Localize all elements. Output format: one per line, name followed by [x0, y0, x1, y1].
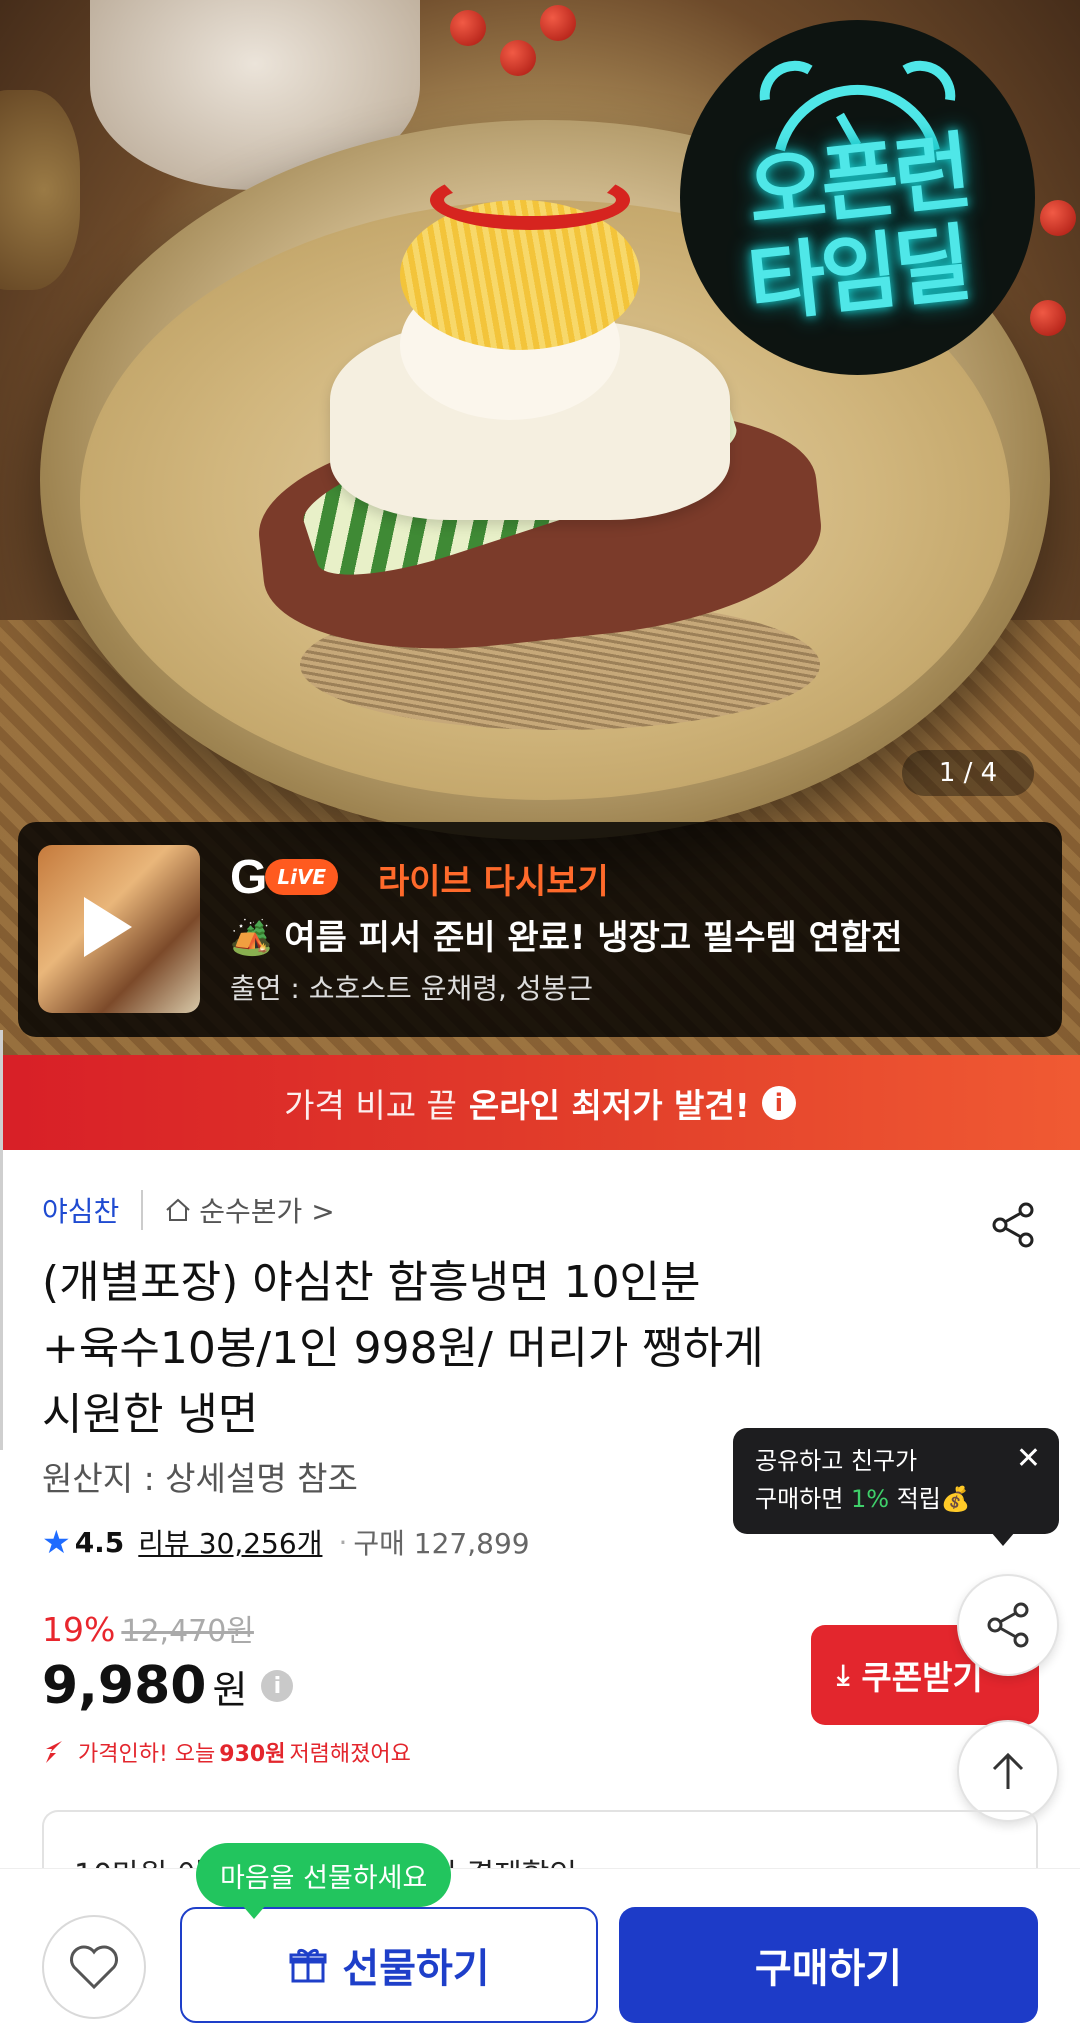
arrow-up-icon [992, 1752, 1024, 1789]
share-reward-tooltip: 공유하고 친구가 구매하면 1% 적립💰 ✕ [733, 1428, 1059, 1546]
scroll-to-top-button[interactable] [957, 1720, 1059, 1822]
tooltip-line-2-suffix: 적립💰 [896, 1485, 971, 1513]
gift-button[interactable]: 선물하기 [180, 1907, 598, 2023]
gift-icon [289, 1948, 327, 1983]
gift-bubble-text: 마음을 선물하세요 [220, 1862, 428, 1894]
heart-icon [70, 1945, 118, 1990]
tooltip-line-1: 공유하고 친구가 [755, 1447, 918, 1475]
share-icon [987, 1602, 1029, 1648]
chili-pepper [430, 170, 630, 230]
price-unit: 원 [212, 1667, 248, 1712]
product-title: (개별포장) 야심찬 함흥냉면 10인분 +육수10봉/1인 998원/ 머리가… [42, 1250, 902, 1448]
wishlist-button[interactable] [42, 1915, 146, 2019]
discount-percent: 19% [42, 1610, 116, 1649]
scroll-edge [0, 1030, 3, 1450]
price-compare-banner[interactable]: 가격 비교 끝 온라인 최저가 발견! i [0, 1055, 1080, 1150]
open-run-timedeal-badge: 오픈런 타임딜 [680, 20, 1035, 375]
berry [1030, 300, 1066, 336]
live-replay-label: 라이브 다시보기 [378, 862, 609, 902]
dot-separator: · [338, 1525, 348, 1559]
live-title-text: 여름 피서 준비 완료! 냉장고 필수템 연합전 [284, 918, 903, 958]
gift-label: 선물하기 [342, 1946, 490, 1992]
berry [450, 10, 486, 46]
live-title: 🏕️ 여름 피서 준비 완료! 냉장고 필수템 연합전 [230, 910, 902, 959]
compare-text-light: 가격 비교 끝 [284, 1085, 457, 1125]
gift-promo-bubble: 마음을 선물하세요 [196, 1843, 452, 1919]
glive-logo-live: LiVE [265, 859, 339, 895]
price-info-icon[interactable]: i [261, 1670, 294, 1702]
store-link[interactable]: 야심찬 [42, 1190, 119, 1230]
badge-line-2: 타임딜 [743, 213, 972, 334]
rating-row: ★ 4.5 리뷰 30,256개 · 구매 127,899 [42, 1522, 530, 1562]
tooltip-tail [991, 1532, 1015, 1546]
purchase-count: 구매 127,899 [353, 1527, 530, 1560]
rating-score: 4.5 [74, 1525, 125, 1559]
brand-link-label: 순수본가 > [199, 1195, 335, 1228]
coupon-label: 쿠폰받기 [861, 1658, 983, 1697]
share-icon[interactable] [988, 1200, 1038, 1250]
star-icon: ★ [42, 1523, 71, 1561]
berry [500, 40, 536, 76]
live-thumbnail[interactable] [38, 845, 200, 1013]
product-title-line-1: (개별포장) 야심찬 함흥냉면 10인분 [42, 1257, 701, 1308]
brand-link[interactable]: 순수본가 > [165, 1190, 335, 1230]
review-count-link[interactable]: 리뷰 30,256개 [138, 1522, 322, 1562]
origin-text: 원산지 : 상세설명 참조 [42, 1459, 358, 1498]
download-icon: ⤓ [837, 1658, 850, 1691]
berry [540, 5, 576, 41]
discount-row: 19% 12,470원 [42, 1606, 254, 1650]
sale-price: 9,980 [42, 1656, 207, 1716]
berry [1040, 200, 1076, 236]
tooltip-line-2: 구매하면 1% 적립💰 [755, 1480, 1037, 1518]
tent-icon: 🏕️ [230, 918, 273, 958]
price-row: 9,980 원 i [42, 1656, 294, 1716]
down-arrow-icon [46, 1741, 62, 1763]
floating-share-button[interactable] [957, 1574, 1059, 1676]
info-icon[interactable]: i [761, 1085, 796, 1120]
home-icon [166, 1198, 190, 1221]
compare-text-bold: 온라인 최저가 발견! [468, 1085, 750, 1125]
bubble-tail [242, 1905, 266, 1919]
drop-suffix: 저렴해졌어요 [289, 1742, 411, 1767]
divider [141, 1190, 144, 1230]
live-replay-banner[interactable]: G LiVE 라이브 다시보기 🏕️ 여름 피서 준비 완료! 냉장고 필수템 … [18, 822, 1062, 1037]
glive-logo-g: G [230, 850, 268, 904]
close-icon[interactable]: ✕ [1016, 1440, 1041, 1478]
glive-logo: G LiVE [230, 850, 339, 904]
bottom-action-bar: 선물하기 마음을 선물하세요 구매하기 [0, 1843, 1080, 2032]
drop-prefix: 가격인하! 오늘 [78, 1742, 216, 1767]
product-title-line-2: +육수10봉/1인 998원/ 머리가 쨍하게 [42, 1323, 764, 1374]
buy-button[interactable]: 구매하기 [619, 1907, 1038, 2023]
original-price: 12,470원 [121, 1614, 254, 1649]
play-icon [84, 897, 132, 957]
live-cast: 출연 : 쇼호스트 윤채령, 성봉근 [230, 972, 594, 1005]
image-counter: 1 / 4 [902, 750, 1034, 796]
drop-amount: 930원 [219, 1742, 286, 1767]
tooltip-line-2-prefix: 구매하면 [755, 1485, 844, 1513]
store-row: 야심찬 순수본가 > [42, 1190, 335, 1230]
tooltip-highlight: 1% [850, 1485, 890, 1513]
side-cup [0, 90, 80, 290]
price-drop-notice: 가격인하! 오늘 930원 저렴해졌어요 [42, 1736, 411, 1768]
